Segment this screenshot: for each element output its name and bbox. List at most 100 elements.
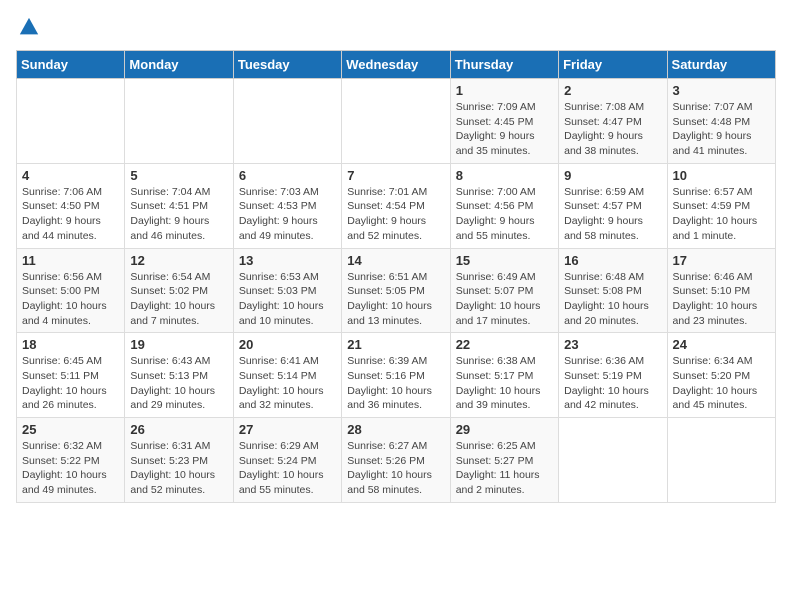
day-number: 15 — [456, 253, 553, 268]
calendar-cell: 8 Sunrise: 7:00 AM Sunset: 4:56 PM Daylig… — [450, 163, 558, 248]
col-header-saturday: Saturday — [667, 51, 775, 79]
day-info: Sunrise: 7:09 AM Sunset: 4:45 PM Dayligh… — [456, 100, 553, 159]
col-header-tuesday: Tuesday — [233, 51, 341, 79]
day-info: Sunrise: 6:39 AM Sunset: 5:16 PM Dayligh… — [347, 354, 444, 413]
day-info: Sunrise: 6:46 AM Sunset: 5:10 PM Dayligh… — [673, 270, 770, 329]
col-header-friday: Friday — [559, 51, 667, 79]
calendar-cell: 20 Sunrise: 6:41 AM Sunset: 5:14 PM Dayli… — [233, 333, 341, 418]
calendar-cell: 25 Sunrise: 6:32 AM Sunset: 5:22 PM Dayli… — [17, 418, 125, 503]
calendar-cell: 5 Sunrise: 7:04 AM Sunset: 4:51 PM Daylig… — [125, 163, 233, 248]
calendar-cell: 14 Sunrise: 6:51 AM Sunset: 5:05 PM Dayli… — [342, 248, 450, 333]
calendar-cell: 9 Sunrise: 6:59 AM Sunset: 4:57 PM Daylig… — [559, 163, 667, 248]
day-number: 24 — [673, 337, 770, 352]
day-info: Sunrise: 6:53 AM Sunset: 5:03 PM Dayligh… — [239, 270, 336, 329]
header — [16, 16, 776, 38]
day-info: Sunrise: 6:32 AM Sunset: 5:22 PM Dayligh… — [22, 439, 119, 498]
day-number: 8 — [456, 168, 553, 183]
day-number: 14 — [347, 253, 444, 268]
calendar-cell: 29 Sunrise: 6:25 AM Sunset: 5:27 PM Dayli… — [450, 418, 558, 503]
day-number: 3 — [673, 83, 770, 98]
day-number: 1 — [456, 83, 553, 98]
day-number: 13 — [239, 253, 336, 268]
calendar-cell: 3 Sunrise: 7:07 AM Sunset: 4:48 PM Daylig… — [667, 79, 775, 164]
day-number: 4 — [22, 168, 119, 183]
logo — [16, 16, 40, 38]
day-info: Sunrise: 7:03 AM Sunset: 4:53 PM Dayligh… — [239, 185, 336, 244]
day-info: Sunrise: 6:56 AM Sunset: 5:00 PM Dayligh… — [22, 270, 119, 329]
calendar-table: SundayMondayTuesdayWednesdayThursdayFrid… — [16, 50, 776, 503]
calendar-cell: 11 Sunrise: 6:56 AM Sunset: 5:00 PM Dayli… — [17, 248, 125, 333]
day-number: 7 — [347, 168, 444, 183]
calendar-cell: 27Sunrise: 6:29 AM Sunset: 5:24 PM Dayli… — [233, 418, 341, 503]
col-header-sunday: Sunday — [17, 51, 125, 79]
day-info: Sunrise: 7:01 AM Sunset: 4:54 PM Dayligh… — [347, 185, 444, 244]
calendar-cell — [559, 418, 667, 503]
day-info: Sunrise: 6:48 AM Sunset: 5:08 PM Dayligh… — [564, 270, 661, 329]
col-header-thursday: Thursday — [450, 51, 558, 79]
day-info: Sunrise: 7:00 AM Sunset: 4:56 PM Dayligh… — [456, 185, 553, 244]
day-number: 12 — [130, 253, 227, 268]
calendar-cell: 15 Sunrise: 6:49 AM Sunset: 5:07 PM Dayli… — [450, 248, 558, 333]
calendar-cell: 21 Sunrise: 6:39 AM Sunset: 5:16 PM Dayli… — [342, 333, 450, 418]
day-number: 5 — [130, 168, 227, 183]
day-info: Sunrise: 6:34 AM Sunset: 5:20 PM Dayligh… — [673, 354, 770, 413]
day-info: Sunrise: 6:41 AM Sunset: 5:14 PM Dayligh… — [239, 354, 336, 413]
calendar-cell — [342, 79, 450, 164]
day-number: 23 — [564, 337, 661, 352]
day-number: 16 — [564, 253, 661, 268]
day-number: 20 — [239, 337, 336, 352]
day-info: Sunrise: 7:06 AM Sunset: 4:50 PM Dayligh… — [22, 185, 119, 244]
day-number: 25 — [22, 422, 119, 437]
day-number: 22 — [456, 337, 553, 352]
day-info: Sunrise: 6:45 AM Sunset: 5:11 PM Dayligh… — [22, 354, 119, 413]
day-info: Sunrise: 6:59 AM Sunset: 4:57 PM Dayligh… — [564, 185, 661, 244]
calendar-cell — [233, 79, 341, 164]
day-info: Sunrise: 7:04 AM Sunset: 4:51 PM Dayligh… — [130, 185, 227, 244]
day-info: Sunrise: 6:43 AM Sunset: 5:13 PM Dayligh… — [130, 354, 227, 413]
calendar-cell: 26 Sunrise: 6:31 AM Sunset: 5:23 PM Dayli… — [125, 418, 233, 503]
day-number: 2 — [564, 83, 661, 98]
day-number: 28 — [347, 422, 444, 437]
day-info: Sunrise: 6:54 AM Sunset: 5:02 PM Dayligh… — [130, 270, 227, 329]
day-number: 29 — [456, 422, 553, 437]
day-info: Sunrise: 6:25 AM Sunset: 5:27 PM Dayligh… — [456, 439, 553, 498]
col-header-wednesday: Wednesday — [342, 51, 450, 79]
day-number: 9 — [564, 168, 661, 183]
day-number: 18 — [22, 337, 119, 352]
calendar-cell: 16 Sunrise: 6:48 AM Sunset: 5:08 PM Dayli… — [559, 248, 667, 333]
logo-icon — [18, 16, 40, 38]
day-number: 19 — [130, 337, 227, 352]
calendar-cell: 19 Sunrise: 6:43 AM Sunset: 5:13 PM Dayli… — [125, 333, 233, 418]
calendar-cell: 4 Sunrise: 7:06 AM Sunset: 4:50 PM Daylig… — [17, 163, 125, 248]
day-number: 17 — [673, 253, 770, 268]
calendar-cell: 28 Sunrise: 6:27 AM Sunset: 5:26 PM Dayli… — [342, 418, 450, 503]
calendar-cell: 10Sunrise: 6:57 AM Sunset: 4:59 PM Dayli… — [667, 163, 775, 248]
calendar-cell: 22 Sunrise: 6:38 AM Sunset: 5:17 PM Dayli… — [450, 333, 558, 418]
day-number: 21 — [347, 337, 444, 352]
day-info: Sunrise: 6:57 AM Sunset: 4:59 PM Dayligh… — [673, 185, 770, 244]
day-info: Sunrise: 6:27 AM Sunset: 5:26 PM Dayligh… — [347, 439, 444, 498]
calendar-cell: 24 Sunrise: 6:34 AM Sunset: 5:20 PM Dayli… — [667, 333, 775, 418]
calendar-cell: 12 Sunrise: 6:54 AM Sunset: 5:02 PM Dayli… — [125, 248, 233, 333]
calendar-cell — [667, 418, 775, 503]
calendar-cell: 7 Sunrise: 7:01 AM Sunset: 4:54 PM Daylig… — [342, 163, 450, 248]
day-info: Sunrise: 7:08 AM Sunset: 4:47 PM Dayligh… — [564, 100, 661, 159]
day-info: Sunrise: 6:38 AM Sunset: 5:17 PM Dayligh… — [456, 354, 553, 413]
calendar-cell — [125, 79, 233, 164]
day-info: Sunrise: 6:36 AM Sunset: 5:19 PM Dayligh… — [564, 354, 661, 413]
calendar-cell: 18 Sunrise: 6:45 AM Sunset: 5:11 PM Dayli… — [17, 333, 125, 418]
day-number: 11 — [22, 253, 119, 268]
day-number: 27 — [239, 422, 336, 437]
day-info: Sunrise: 6:31 AM Sunset: 5:23 PM Dayligh… — [130, 439, 227, 498]
calendar-cell: 6 Sunrise: 7:03 AM Sunset: 4:53 PM Daylig… — [233, 163, 341, 248]
day-number: 26 — [130, 422, 227, 437]
day-info: Sunrise: 6:49 AM Sunset: 5:07 PM Dayligh… — [456, 270, 553, 329]
calendar-cell: 2 Sunrise: 7:08 AM Sunset: 4:47 PM Daylig… — [559, 79, 667, 164]
col-header-monday: Monday — [125, 51, 233, 79]
calendar-cell: 23 Sunrise: 6:36 AM Sunset: 5:19 PM Dayli… — [559, 333, 667, 418]
day-info: Sunrise: 7:07 AM Sunset: 4:48 PM Dayligh… — [673, 100, 770, 159]
day-number: 6 — [239, 168, 336, 183]
calendar-cell — [17, 79, 125, 164]
day-info: Sunrise: 6:51 AM Sunset: 5:05 PM Dayligh… — [347, 270, 444, 329]
calendar-cell: 13 Sunrise: 6:53 AM Sunset: 5:03 PM Dayli… — [233, 248, 341, 333]
